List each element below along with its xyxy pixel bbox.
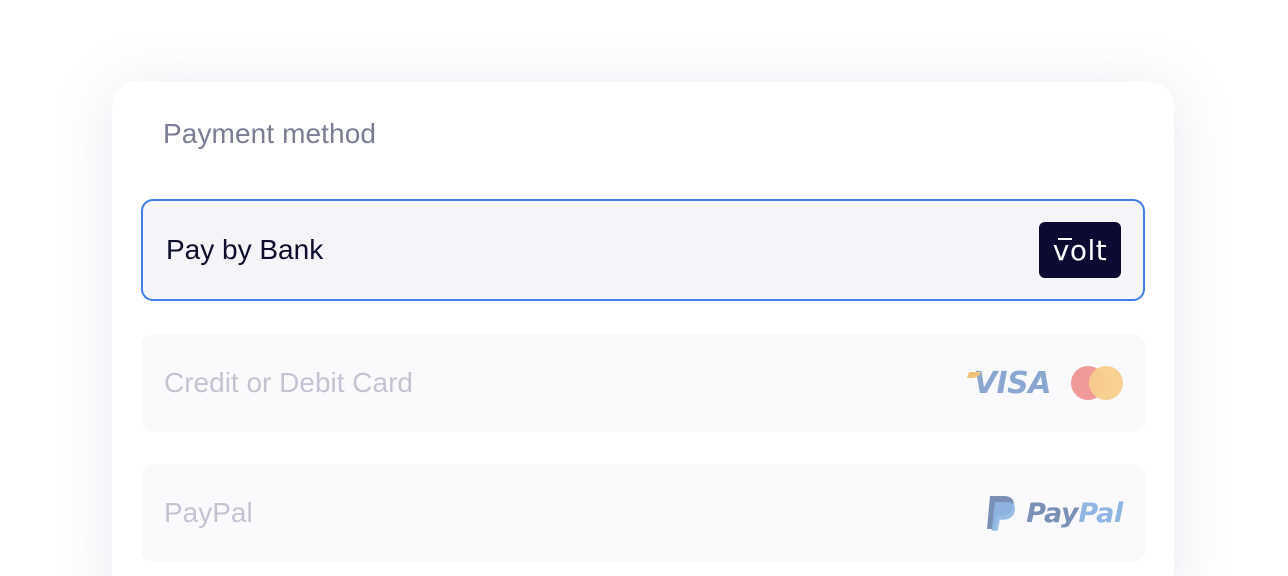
paypal-p-icon xyxy=(987,496,1016,531)
visa-logo-icon: VISA xyxy=(966,366,1052,401)
mastercard-logo-icon xyxy=(1071,366,1123,400)
paypal-logo-icon: PayPal xyxy=(984,494,1123,532)
option-label-credit-debit-card: Credit or Debit Card xyxy=(164,367,413,398)
payment-method-title: Payment method xyxy=(163,118,377,149)
option-label-pay-by-bank: Pay by Bank xyxy=(166,234,324,265)
option-label-paypal: PayPal xyxy=(164,497,253,528)
option-credit-debit-card[interactable]: Credit or Debit Card VISA xyxy=(141,334,1145,432)
option-paypal[interactable]: PayPal PayPal xyxy=(141,464,1145,562)
card-brands: VISA xyxy=(966,366,1123,401)
option-pay-by-bank[interactable]: Pay by Bank volt xyxy=(141,199,1145,301)
payment-method-card: Payment method Pay by Bank volt Credit o… xyxy=(112,82,1174,576)
volt-logo-icon: volt xyxy=(1039,222,1121,278)
page: Payment method Pay by Bank volt Credit o… xyxy=(0,0,1288,576)
